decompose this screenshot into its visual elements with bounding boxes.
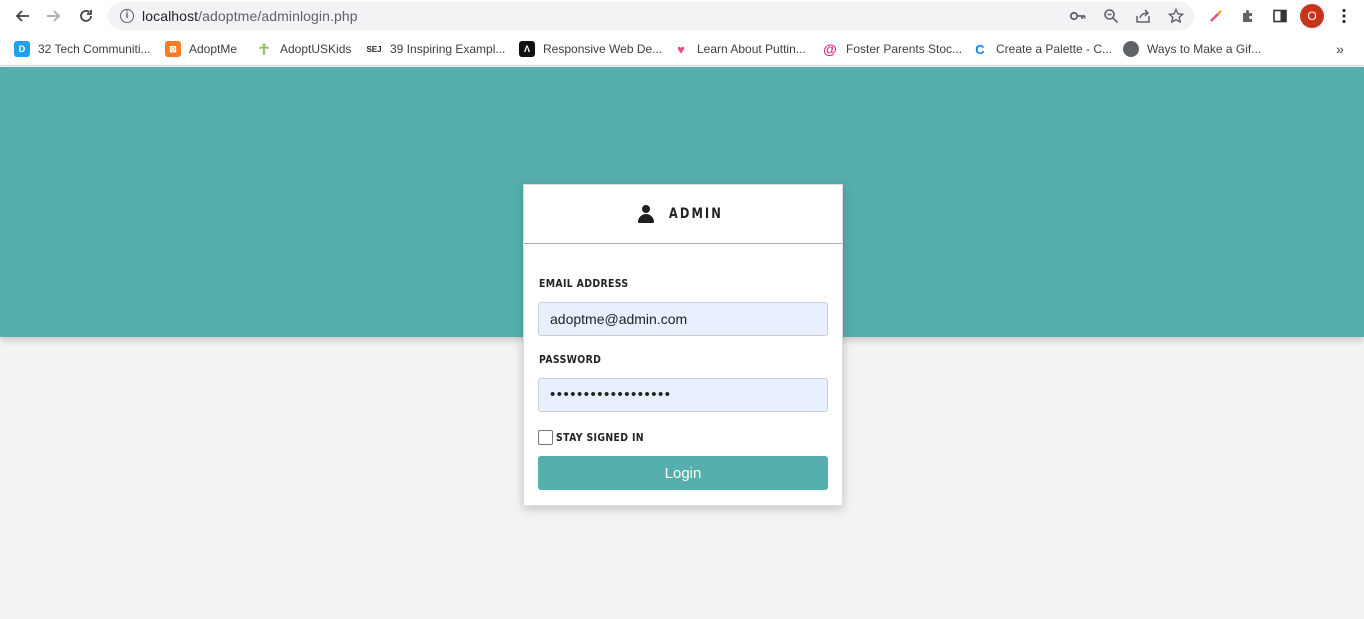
email-label: EMAIL ADDRESS xyxy=(539,277,629,290)
dark-logo-icon: Λ xyxy=(519,41,535,57)
address-bar[interactable]: i localhost/adoptme/adminlogin.php xyxy=(108,2,1194,30)
url-text: localhost/adoptme/adminlogin.php xyxy=(142,8,358,24)
profile-avatar[interactable]: O xyxy=(1300,4,1324,28)
login-button[interactable]: Login xyxy=(538,456,828,490)
browser-toolbar: i localhost/adoptme/adminlogin.php O xyxy=(0,0,1364,33)
person-figure-icon: ☥ xyxy=(258,40,270,57)
share-icon[interactable] xyxy=(1133,7,1153,25)
url-host: localhost xyxy=(142,8,199,24)
bookmark-label: Responsive Web De... xyxy=(543,42,663,56)
admin-login-card: ADMIN EMAIL ADDRESS PASSWORD •••••••••••… xyxy=(523,184,843,506)
bookmark-item[interactable]: Λ Responsive Web De... xyxy=(519,40,662,58)
bookmarks-bar: D 32 Tech Communiti... ⊠ AdoptMe ☥ Adopt… xyxy=(0,33,1364,66)
side-panel-icon[interactable] xyxy=(1269,5,1291,27)
bookmark-item[interactable]: @ Foster Parents Stoc... xyxy=(822,40,962,58)
stay-signed-in-label: STAY SIGNED IN xyxy=(556,431,644,444)
sej-icon: SEJ xyxy=(366,44,382,54)
bookmark-label: 39 Inspiring Exampl... xyxy=(390,42,506,56)
bookmark-label: Create a Palette - C... xyxy=(996,42,1113,56)
card-header: ADMIN xyxy=(524,185,842,244)
bookmark-item[interactable]: ♥ Learn About Puttin... xyxy=(673,40,806,58)
heart-icon: ♥ xyxy=(677,41,685,57)
bookmark-item[interactable]: D 32 Tech Communiti... xyxy=(14,40,151,58)
back-arrow-icon[interactable] xyxy=(10,5,34,27)
spiral-icon: @ xyxy=(823,41,837,57)
more-bookmarks-chevron-icon[interactable]: » xyxy=(1336,41,1344,57)
password-field[interactable]: •••••••••••••••••• xyxy=(538,378,828,412)
bookmark-label: AdoptUSKids xyxy=(280,42,352,56)
zoom-icon[interactable] xyxy=(1101,7,1121,25)
bookmark-star-icon[interactable] xyxy=(1166,7,1186,25)
url-path: /adoptme/adminlogin.php xyxy=(198,8,358,24)
stay-signed-in-checkbox[interactable] xyxy=(538,430,553,445)
bookmark-label: Ways to Make a Gif... xyxy=(1147,42,1262,56)
bookmark-item[interactable]: SEJ 39 Inspiring Exampl... xyxy=(366,40,505,58)
bookmark-label: Foster Parents Stoc... xyxy=(846,42,963,56)
forward-arrow-icon[interactable] xyxy=(42,5,66,27)
bookmark-label: 32 Tech Communiti... xyxy=(38,42,151,56)
bookmark-label: AdoptMe xyxy=(189,42,238,56)
user-icon xyxy=(637,205,654,223)
bookmark-item[interactable]: ⊠ AdoptMe xyxy=(165,40,237,58)
bookmark-item[interactable]: C Create a Palette - C... xyxy=(972,40,1112,58)
menu-kebab-icon[interactable] xyxy=(1333,5,1355,27)
color-picker-extension-icon[interactable] xyxy=(1205,5,1227,27)
c-logo-icon: C xyxy=(975,41,985,57)
key-icon[interactable] xyxy=(1068,7,1088,25)
reload-icon[interactable] xyxy=(74,5,98,27)
bookmark-label: Learn About Puttin... xyxy=(697,42,806,56)
bookmark-item[interactable]: ☥ AdoptUSKids xyxy=(256,40,352,58)
bookmark-item[interactable]: Ways to Make a Gif... xyxy=(1123,40,1261,58)
card-title: ADMIN xyxy=(668,206,723,222)
extensions-puzzle-icon[interactable] xyxy=(1237,5,1259,27)
email-field[interactable] xyxy=(538,302,828,336)
password-label: PASSWORD xyxy=(539,353,602,366)
blue-square-icon: D xyxy=(14,41,30,57)
globe-icon xyxy=(1123,41,1139,57)
site-info-icon[interactable]: i xyxy=(120,9,134,23)
xampp-icon: ⊠ xyxy=(165,41,181,57)
